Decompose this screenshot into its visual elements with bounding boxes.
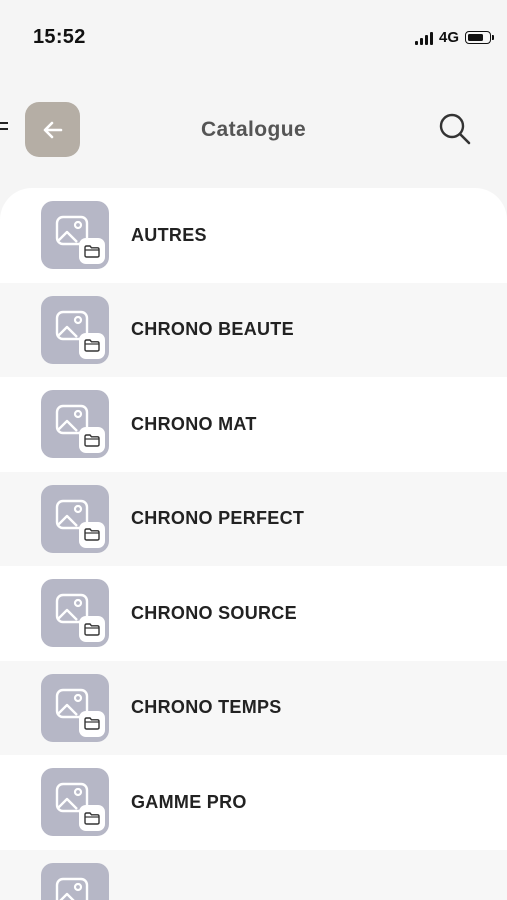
category-row[interactable]	[0, 849, 507, 900]
folder-badge	[79, 805, 105, 832]
category-thumbnail	[41, 673, 109, 742]
battery-icon	[465, 31, 494, 44]
folder-icon	[84, 528, 100, 541]
category-thumbnail	[41, 295, 109, 364]
image-placeholder-icon	[55, 877, 89, 900]
signal-icon	[414, 31, 433, 45]
category-label: CHRONO BEAUTE	[131, 319, 294, 340]
status-time: 15:52	[33, 26, 86, 48]
folder-badge	[79, 710, 105, 737]
category-thumbnail	[41, 768, 109, 837]
page-title: Catalogue	[200, 118, 307, 141]
category-row[interactable]: CHRONO PERFECT	[0, 471, 507, 566]
network-type: 4G	[438, 29, 459, 46]
category-row[interactable]: CHRONO BEAUTE	[0, 282, 507, 377]
category-row[interactable]: CHRONO TEMPS	[0, 660, 507, 755]
category-label: CHRONO MAT	[131, 413, 257, 434]
folder-badge	[79, 427, 105, 454]
folder-icon	[84, 245, 100, 258]
search-button[interactable]	[436, 110, 474, 148]
folder-icon	[84, 623, 100, 636]
category-list: AUTRES CHRONO BEAUTE CHRONO MAT CHRONO P…	[0, 188, 507, 900]
folder-badge	[79, 332, 105, 359]
category-thumbnail	[41, 579, 109, 648]
category-row[interactable]: GAMME PRO	[0, 755, 507, 850]
folder-badge	[79, 616, 105, 643]
folder-icon	[84, 717, 100, 730]
category-thumbnail	[41, 484, 109, 553]
folder-icon	[84, 434, 100, 447]
category-row[interactable]: CHRONO SOURCE	[0, 566, 507, 661]
header: Catalogue	[0, 98, 507, 162]
category-label: AUTRES	[131, 224, 207, 245]
category-thumbnail	[41, 201, 109, 270]
category-label: CHRONO TEMPS	[131, 697, 282, 718]
folder-badge	[79, 521, 105, 548]
screen: 15:52 4G Catalogue AUTRES CHRONO BEAUTE …	[0, 0, 507, 900]
category-label: GAMME PRO	[131, 791, 247, 812]
category-label: CHRONO PERFECT	[131, 508, 305, 529]
status-bar: 15:52 4G	[0, 0, 507, 76]
folder-icon	[84, 339, 100, 352]
category-thumbnail	[41, 862, 109, 900]
folder-badge	[79, 238, 105, 265]
category-label: CHRONO SOURCE	[131, 602, 297, 623]
folder-icon	[84, 812, 100, 825]
category-thumbnail	[41, 390, 109, 459]
category-row[interactable]: AUTRES	[0, 188, 507, 283]
status-indicators: 4G	[414, 29, 494, 46]
search-icon	[439, 113, 471, 145]
category-row[interactable]: CHRONO MAT	[0, 377, 507, 472]
